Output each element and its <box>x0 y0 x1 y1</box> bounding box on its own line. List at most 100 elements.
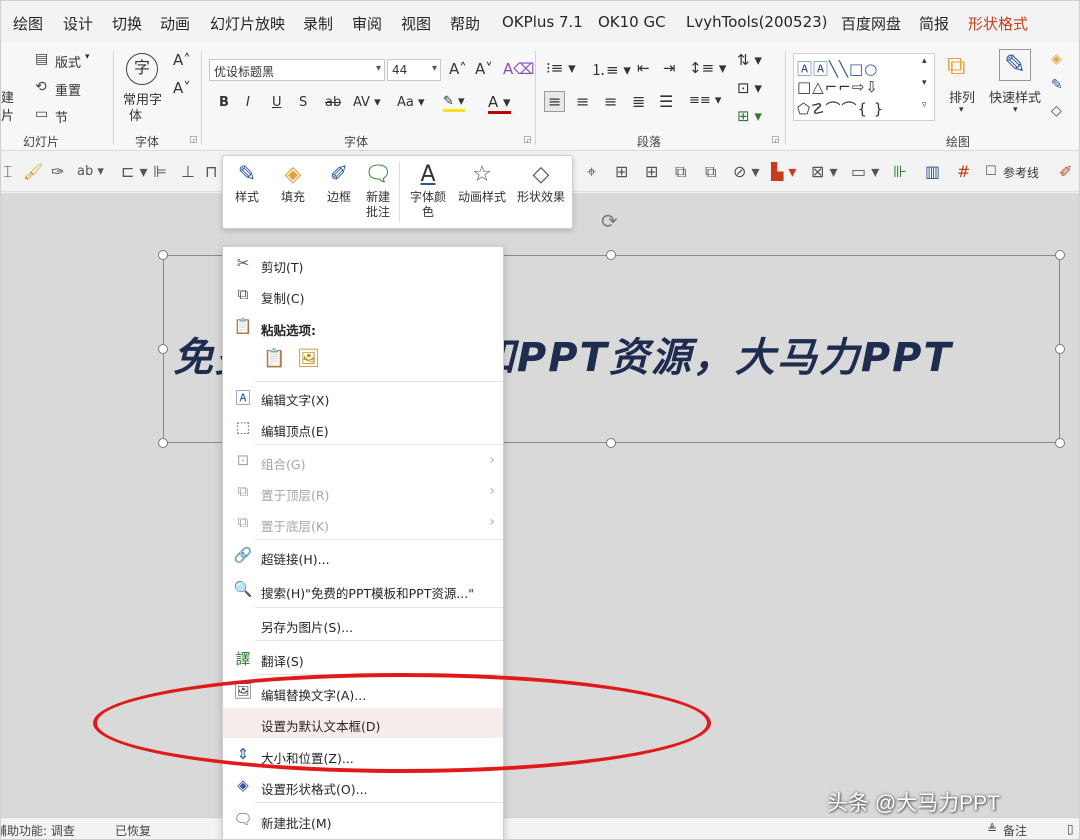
paste-picture-icon[interactable]: 🖼 <box>297 348 320 369</box>
tab-draw[interactable]: 绘图 <box>13 13 43 34</box>
align-objects-icon[interactable]: ⊫ <box>153 162 167 181</box>
gallery-more-icon[interactable]: ▿ <box>922 100 927 110</box>
quick-styles-button[interactable]: 快速样式 <box>989 87 1041 106</box>
align-right-icon[interactable]: ≡ <box>604 92 617 111</box>
text-case-icon[interactable]: ab ▾ <box>77 164 104 179</box>
grid-hash-icon[interactable]: # <box>957 162 970 181</box>
gallery-scroll-icon[interactable]: ▴ <box>922 56 927 66</box>
animation-style-button[interactable]: ☆ 动画样式 <box>455 160 509 205</box>
style-button[interactable]: ✎ 样式 <box>229 160 265 205</box>
tab-lvyhtools[interactable]: LvyhTools(200523) <box>686 13 828 31</box>
font-name-combo[interactable]: 优设标题黑 ▾ <box>209 59 385 81</box>
shape-effects-icon[interactable]: ◇ <box>1051 103 1062 119</box>
ref-line-checkbox[interactable]: ☐ <box>985 164 997 179</box>
shape-outline-icon[interactable]: ✎ <box>1051 77 1063 93</box>
dialog-launcher-icon[interactable]: ◲ <box>771 135 780 145</box>
grid-icon-2[interactable]: ⊞ <box>645 162 658 181</box>
dialog-launcher-icon[interactable]: ◲ <box>523 135 532 145</box>
format-painter-icon[interactable]: 🖌 <box>23 162 43 181</box>
group-icon[interactable]: ⧉ <box>675 162 686 182</box>
resize-handle[interactable] <box>1055 344 1065 354</box>
resize-handle[interactable] <box>1055 250 1065 260</box>
menu-item-set-default-textbox[interactable]: 设置为默认文本框(D) <box>223 708 503 738</box>
align-left-icon[interactable]: ≡ <box>544 91 566 112</box>
increase-font-size-icon[interactable]: A˄ <box>449 60 467 78</box>
align-left-objects-icon[interactable]: ⊏ ▾ <box>121 162 148 181</box>
rotate-handle-icon[interactable]: ⟳ <box>601 209 618 233</box>
arrange-button[interactable]: 排列 <box>949 87 975 106</box>
tab-brief[interactable]: 简报 <box>919 13 949 34</box>
resize-handle[interactable] <box>158 344 168 354</box>
menu-item-save-as-picture[interactable]: 另存为图片(S)... <box>223 609 503 639</box>
menu-item-edit-text[interactable]: 🄰 编辑文字(X) <box>223 382 503 412</box>
text-box-icon[interactable]: ⊠ ▾ <box>811 162 838 181</box>
merge-shapes-icon[interactable]: ⊘ ▾ <box>733 162 760 181</box>
text-direction-icon[interactable]: ⇅ ▾ <box>737 51 762 69</box>
menu-item-translate[interactable]: 譯 翻译(S) <box>223 643 503 673</box>
paste-keep-source-icon[interactable]: 📋 <box>263 348 285 369</box>
more-tools-icon[interactable]: ⊓ <box>205 162 217 181</box>
new-slide-label-partial-2[interactable]: 片 <box>1 105 14 124</box>
resize-handle[interactable] <box>1055 438 1065 448</box>
font-color-icon[interactable]: A ▾ <box>488 93 511 114</box>
tab-help[interactable]: 帮助 <box>450 13 480 34</box>
border-button[interactable]: ✐ 边框 <box>319 160 359 205</box>
columns-icon[interactable]: ≡≡ ▾ <box>689 93 721 108</box>
align-center-icon[interactable]: ≡ <box>576 92 589 111</box>
tab-view[interactable]: 视图 <box>401 13 431 34</box>
layout-button[interactable]: 版式 <box>55 52 81 71</box>
pen-icon[interactable]: ✐ <box>1059 162 1072 181</box>
shapes-row-3-icon[interactable]: ⬠☡⌒⌒{ } <box>797 98 884 119</box>
distribute-icon[interactable]: ☰ <box>659 92 673 111</box>
line-spacing-icon[interactable]: ↕≡ ▾ <box>689 59 726 77</box>
char-spacing-icon[interactable]: AV ▾ <box>353 95 381 110</box>
menu-item-search[interactable]: 🔍 搜索(H)"免费的PPT模板和PPT资源..." <box>223 575 503 605</box>
tag-icon[interactable]: ⌖ <box>587 162 596 182</box>
tab-shape-format[interactable]: 形状格式 <box>968 13 1028 34</box>
shape-fill-icon[interactable]: ◈ <box>1051 51 1062 67</box>
frame-icon[interactable]: ▭ ▾ <box>851 162 879 181</box>
decrease-indent-icon[interactable]: ⇤ <box>637 59 650 77</box>
bold-icon[interactable]: B <box>219 95 229 110</box>
tab-design[interactable]: 设计 <box>63 13 93 34</box>
resize-handle[interactable] <box>606 438 616 448</box>
justify-icon[interactable]: ≣ <box>632 92 645 111</box>
chart-bar-icon[interactable]: ⊪ <box>893 162 907 181</box>
tab-animations[interactable]: 动画 <box>160 13 190 34</box>
menu-item-copy[interactable]: ⧉ 复制(C) <box>223 280 503 310</box>
bullets-icon[interactable]: ⁝≡ ▾ <box>546 59 576 77</box>
distribute-objects-icon[interactable]: ⊥ <box>181 162 195 181</box>
gallery-scroll-icon[interactable]: ▾ <box>922 78 927 88</box>
change-case-icon[interactable]: Aa ▾ <box>397 95 425 110</box>
tab-transitions[interactable]: 切换 <box>112 13 142 34</box>
menu-item-bring-to-front[interactable]: ⧉ 置于顶层(R) › <box>223 477 503 507</box>
shapes-gallery[interactable]: 🄰🄰╲╲□○ □△⌐⌐⇨⇩ ⬠☡⌒⌒{ } ▴ ▾ ▿ <box>793 53 935 121</box>
fill-button[interactable]: ◈ 填充 <box>273 160 313 205</box>
font-color-button[interactable]: A 字体颜 色 <box>405 160 451 220</box>
tab-slideshow[interactable]: 幻灯片放映 <box>210 13 285 34</box>
grow-font-icon[interactable]: A˄ <box>173 51 191 69</box>
resize-handle[interactable] <box>158 438 168 448</box>
font-size-combo[interactable]: 44 ▾ <box>387 59 441 81</box>
numbering-icon[interactable]: ⒈≡ ▾ <box>591 59 631 80</box>
new-slide-label-partial-1[interactable]: 建 <box>1 87 14 106</box>
grid-icon-1[interactable]: ⊞ <box>615 162 628 181</box>
menu-item-edit-points[interactable]: ⬚ 编辑顶点(E) <box>223 413 503 443</box>
clear-format-icon[interactable]: A⌫ <box>503 60 534 78</box>
notes-icon[interactable]: ≜ <box>987 822 997 836</box>
shapes-row-2-icon[interactable]: □△⌐⌐⇨⇩ <box>797 78 879 96</box>
highlight-icon[interactable]: ✎ ▾ <box>443 94 465 112</box>
smartart-icon[interactable]: ⊞ ▾ <box>737 107 762 125</box>
menu-item-cut[interactable]: ✂ 剪切(T) <box>223 249 503 279</box>
shapes-row-1-icon[interactable]: 🄰🄰╲╲□○ <box>797 58 878 79</box>
tab-okplus[interactable]: OKPlus 7.1 <box>502 13 583 31</box>
menu-item-format-shape[interactable]: ◈ 设置形状格式(O)... <box>223 771 503 801</box>
color-icon[interactable]: ▙ ▾ <box>771 162 796 181</box>
menu-item-hyperlink[interactable]: 🔗 超链接(H)... <box>223 541 503 571</box>
menu-item-size-position[interactable]: ⇕ 大小和位置(Z)... <box>223 740 503 770</box>
notes-button[interactable]: 备注 <box>1003 822 1027 839</box>
dialog-launcher-icon[interactable]: ◲ <box>189 135 198 145</box>
tab-record[interactable]: 录制 <box>303 13 333 34</box>
reset-button[interactable]: 重置 <box>55 80 81 99</box>
italic-icon[interactable]: I <box>246 95 250 110</box>
